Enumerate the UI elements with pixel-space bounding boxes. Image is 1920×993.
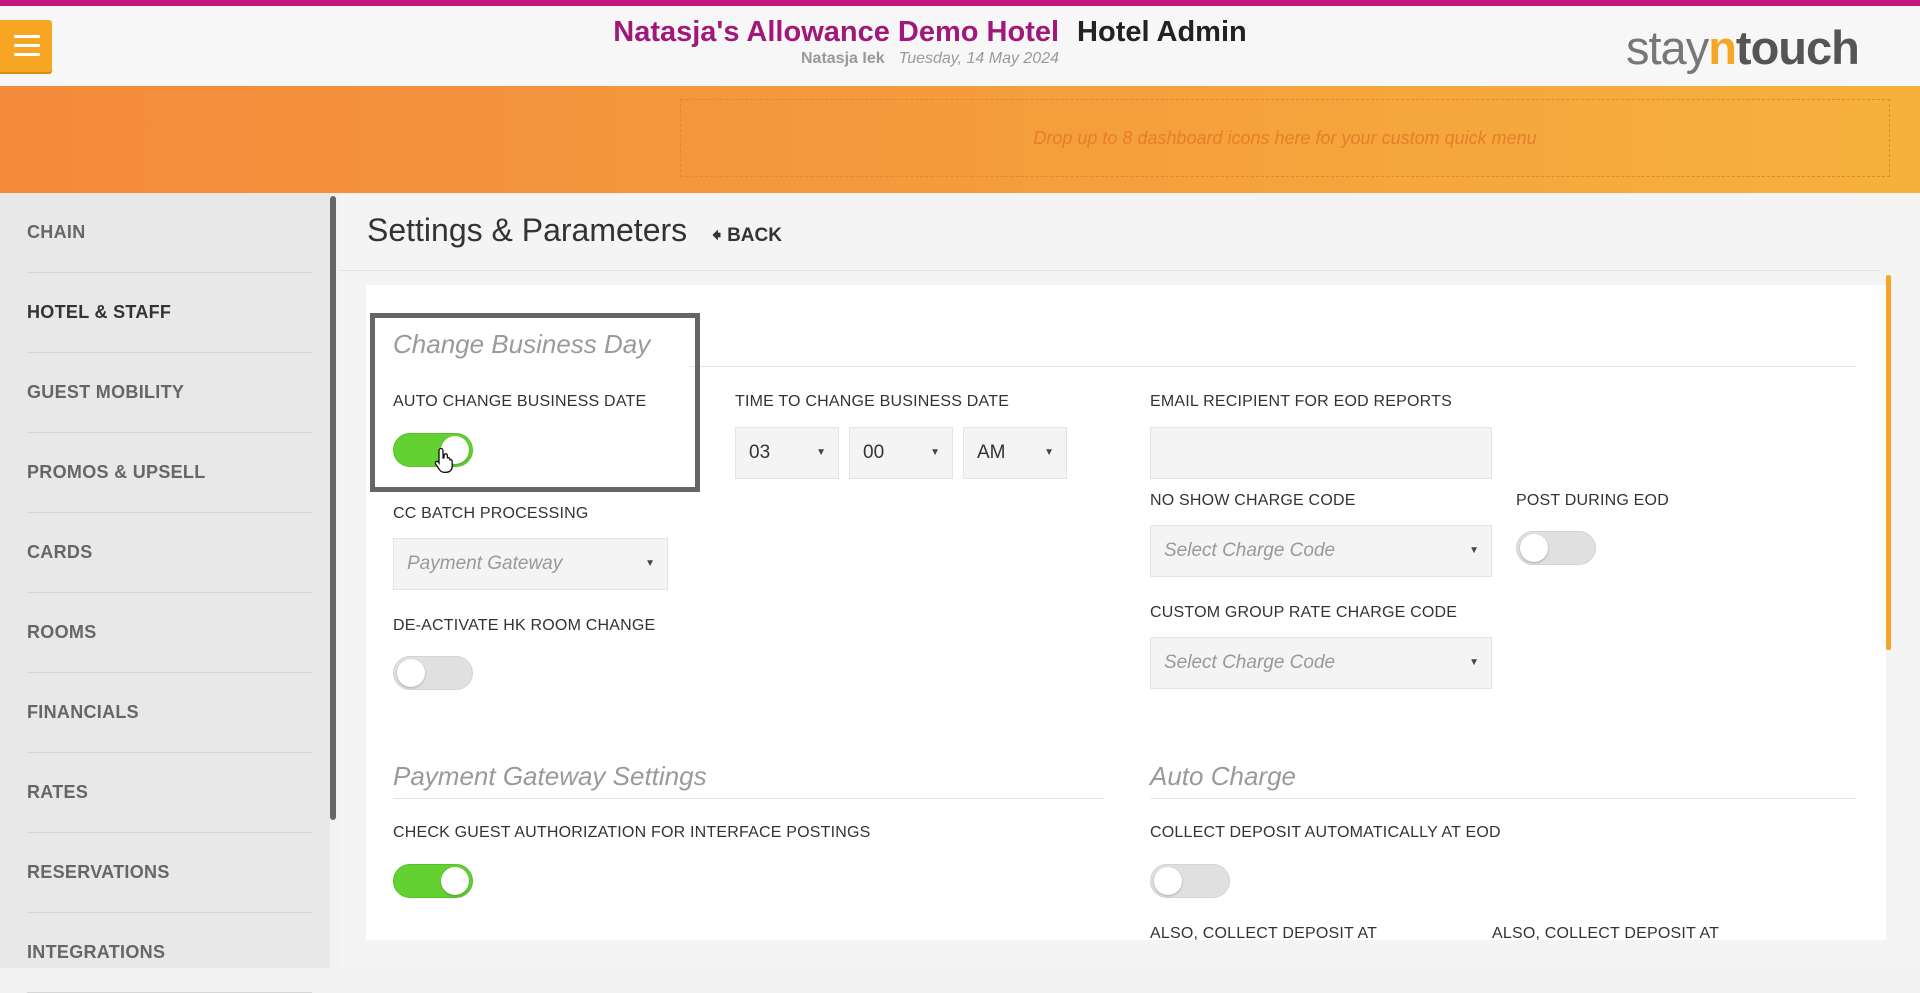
post-during-eod-toggle[interactable] xyxy=(1516,531,1596,565)
app-header: Natasja's Allowance Demo Hotel Hotel Admi… xyxy=(0,6,1920,86)
sidebar-item-financials[interactable]: FINANCIALS xyxy=(27,673,312,753)
time-hour-value: 03 xyxy=(749,442,771,463)
quick-menu-drop-zone[interactable]: Drop up to 8 dashboard icons here for yo… xyxy=(680,99,1890,177)
custom-group-rate-charge-code-value: Select Charge Code xyxy=(1164,652,1336,673)
no-show-charge-code-select[interactable]: Select Charge Code ▼ xyxy=(1150,525,1492,577)
section-auto-charge: Auto Charge xyxy=(1150,761,1296,791)
sidebar-item-rates[interactable]: RATES xyxy=(27,753,312,833)
toggle-knob xyxy=(1154,867,1182,895)
time-hour-select[interactable]: 03 ▼ xyxy=(735,427,839,479)
arrow-left-icon: 🠸 xyxy=(712,225,722,245)
stayntouch-logo: stayntouch xyxy=(1626,20,1860,75)
cc-batch-processing-label: CC BATCH PROCESSING xyxy=(393,505,589,522)
check-guest-authorization-label: CHECK GUEST AUTHORIZATION FOR INTERFACE … xyxy=(393,824,871,841)
custom-group-rate-charge-code-select[interactable]: Select Charge Code ▼ xyxy=(1150,637,1492,689)
also-collect-deposit-label-2: ALSO, COLLECT DEPOSIT AT xyxy=(1492,925,1720,942)
highlight-frame xyxy=(370,313,700,492)
sidebar-item-cards[interactable]: CARDS xyxy=(27,513,312,593)
caret-down-icon: ▼ xyxy=(1044,447,1054,458)
hotel-name: Natasja's Allowance Demo Hotel xyxy=(613,16,1060,48)
cc-batch-processing-select[interactable]: Payment Gateway ▼ xyxy=(393,538,668,590)
caret-down-icon: ▼ xyxy=(1469,545,1479,556)
post-during-eod-label: POST DURING EOD xyxy=(1516,492,1669,509)
section-divider xyxy=(690,366,1856,367)
sidebar-item-guest-mobility[interactable]: GUEST MOBILITY xyxy=(27,353,312,433)
toggle-knob xyxy=(441,867,469,895)
time-minute-select[interactable]: 00 ▼ xyxy=(849,427,953,479)
hamburger-icon-line xyxy=(14,35,40,38)
sidebar-item-chain[interactable]: CHAIN xyxy=(27,193,312,273)
app-title: Hotel Admin xyxy=(1077,16,1247,48)
title-divider xyxy=(340,270,1880,271)
collect-deposit-eod-toggle[interactable] xyxy=(1150,864,1230,898)
time-ampm-select[interactable]: AM ▼ xyxy=(963,427,1067,479)
back-label: BACK xyxy=(727,225,782,246)
sidebar-scrollbar[interactable] xyxy=(330,196,336,820)
deactivate-hk-room-change-toggle[interactable] xyxy=(393,656,473,690)
time-to-change-label: TIME TO CHANGE BUSINESS DATE xyxy=(735,393,1010,410)
page-title: Settings & Parameters xyxy=(367,212,688,248)
toggle-knob xyxy=(397,659,425,687)
check-guest-authorization-toggle[interactable] xyxy=(393,864,473,898)
user-name: Natasja Iek xyxy=(801,50,885,67)
business-date: Tuesday, 14 May 2024 xyxy=(898,50,1059,67)
toggle-knob xyxy=(1520,534,1548,562)
caret-down-icon: ▼ xyxy=(930,447,940,458)
hamburger-icon-line xyxy=(14,53,40,56)
header-title-block: Natasja's Allowance Demo Hotel Hotel Admi… xyxy=(560,16,1300,68)
logo-part-touch: touch xyxy=(1735,21,1860,74)
collect-deposit-eod-label: COLLECT DEPOSIT AUTOMATICALLY AT EOD xyxy=(1150,824,1501,841)
no-show-charge-code-label: NO SHOW CHARGE CODE xyxy=(1150,492,1356,509)
deactivate-hk-room-change-label: DE-ACTIVATE HK ROOM CHANGE xyxy=(393,617,656,634)
sidebar-item-promos-upsell[interactable]: PROMOS & UPSELL xyxy=(27,433,312,513)
email-recipient-input[interactable] xyxy=(1150,427,1492,479)
sidebar-item-rooms[interactable]: ROOMS xyxy=(27,593,312,673)
section-divider xyxy=(1150,798,1856,799)
content-scrollbar[interactable] xyxy=(1886,275,1891,650)
time-ampm-value: AM xyxy=(977,442,1006,463)
sidebar-item-reservations[interactable]: RESERVATIONS xyxy=(27,833,312,913)
cc-batch-processing-value: Payment Gateway xyxy=(407,553,563,574)
caret-down-icon: ▼ xyxy=(816,447,826,458)
logo-part-n: n xyxy=(1708,21,1737,74)
caret-down-icon: ▼ xyxy=(645,558,655,569)
quick-menu-bar: Drop up to 8 dashboard icons here for yo… xyxy=(0,86,1920,193)
custom-group-rate-charge-code-label: CUSTOM GROUP RATE CHARGE CODE xyxy=(1150,604,1458,621)
no-show-charge-code-value: Select Charge Code xyxy=(1164,540,1336,561)
caret-down-icon: ▼ xyxy=(1469,657,1479,668)
sidebar-item-hotel-staff[interactable]: HOTEL & STAFF xyxy=(27,273,312,353)
hamburger-menu-button[interactable] xyxy=(0,20,52,72)
section-payment-gateway-settings: Payment Gateway Settings xyxy=(393,761,707,791)
hamburger-icon-line xyxy=(14,44,40,47)
sidebar-item-integrations[interactable]: INTEGRATIONS xyxy=(27,913,312,993)
email-recipient-label: EMAIL RECIPIENT FOR EOD REPORTS xyxy=(1150,393,1452,410)
sidebar: CHAIN HOTEL & STAFF GUEST MOBILITY PROMO… xyxy=(0,193,330,993)
time-minute-value: 00 xyxy=(863,442,885,463)
also-collect-deposit-label: ALSO, COLLECT DEPOSIT AT xyxy=(1150,925,1378,942)
section-divider xyxy=(393,798,1104,799)
back-button[interactable]: 🠸 BACK xyxy=(712,223,782,253)
hand-pointer-cursor-icon xyxy=(434,447,453,473)
logo-part-stay: stay xyxy=(1626,21,1709,74)
